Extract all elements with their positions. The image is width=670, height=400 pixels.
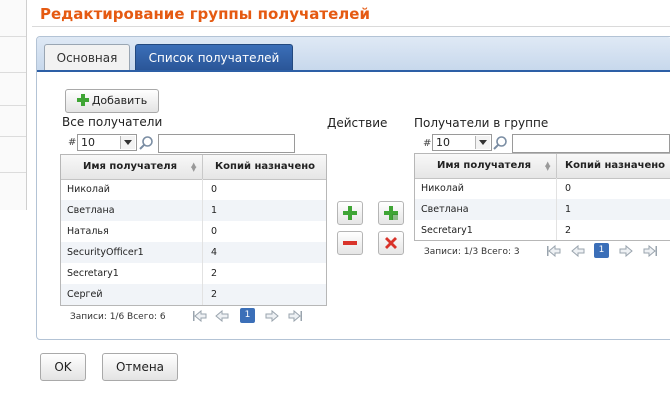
sidebar-separator xyxy=(0,105,26,106)
dropdown-arrow-icon xyxy=(120,136,135,149)
table-row[interactable]: Наталья 0 xyxy=(61,221,326,242)
copies-assigned: 4 xyxy=(211,247,218,258)
table-row[interactable]: Secretary1 2 xyxy=(61,263,326,284)
recipient-name: Сергей xyxy=(67,289,103,300)
recipient-name: Наталья xyxy=(67,226,109,237)
search-icon xyxy=(493,136,507,150)
copies-assigned: 2 xyxy=(565,225,572,236)
table-row[interactable]: Николай 0 xyxy=(61,179,326,200)
all-recipients-title: Все получатели xyxy=(62,115,163,129)
sort-icon: ▲ ▼ xyxy=(545,160,551,172)
column-divider xyxy=(556,154,557,178)
add-selected-icon xyxy=(343,206,357,220)
tab-recipient-list[interactable]: Список получателей xyxy=(135,44,293,70)
group-recipients-search-input[interactable] xyxy=(512,134,670,153)
remove-selected-button[interactable] xyxy=(337,231,363,255)
column-header-copies[interactable]: Копий назначено xyxy=(565,154,670,178)
per-page-select[interactable]: 10 xyxy=(77,134,137,151)
dropdown-arrow-icon xyxy=(475,136,490,149)
add-all-button[interactable] xyxy=(378,201,404,225)
all-recipients-grid: Имя получателя ▲ ▼ Копий назначено Никола… xyxy=(60,154,327,306)
sort-icon: ▲ ▼ xyxy=(191,161,197,173)
per-page-value: 10 xyxy=(81,136,95,149)
copies-assigned: 2 xyxy=(211,268,218,279)
add-button-label: Добавить xyxy=(91,94,148,107)
remove-selected-icon xyxy=(343,241,357,245)
copies-assigned: 1 xyxy=(565,204,572,215)
column-header-name[interactable]: Имя получателя xyxy=(415,154,553,178)
column-header-copies[interactable]: Копий назначено xyxy=(203,155,326,179)
actions-title: Действие xyxy=(327,116,388,130)
remove-all-button[interactable] xyxy=(378,231,404,255)
group-recipients-grid: Имя получателя ▲ ▼ Копий назначено Никола… xyxy=(414,153,670,241)
copies-assigned: 0 xyxy=(211,184,218,195)
table-row[interactable]: Светлана 1 xyxy=(61,200,326,221)
copies-assigned: 1 xyxy=(211,205,218,216)
recipient-name: Secretary1 xyxy=(67,268,119,279)
sidebar-separator xyxy=(0,72,26,73)
tab-main[interactable]: Основная xyxy=(44,44,130,70)
page-title: Редактирование группы получателей xyxy=(40,5,370,23)
per-page-value: 10 xyxy=(436,136,450,149)
per-page-prefix: # xyxy=(423,138,432,149)
grid-header: Имя получателя ▲ ▼ Копий назначено xyxy=(61,155,326,180)
recipient-name: Николай xyxy=(421,183,464,194)
table-row[interactable]: SecurityOfficer1 4 xyxy=(61,242,326,263)
current-page-indicator[interactable]: 1 xyxy=(594,243,609,258)
table-row[interactable]: Secretary1 2 xyxy=(415,220,670,240)
per-page-prefix: # xyxy=(68,137,77,148)
copies-assigned: 0 xyxy=(565,183,572,194)
group-recipients-title: Получатели в группе xyxy=(414,116,549,130)
group-recipients-pager-summary: Записи: 1/3 Всего: 3 xyxy=(424,247,520,257)
ok-button[interactable]: OK xyxy=(40,353,86,381)
table-row[interactable]: Николай 0 xyxy=(415,178,670,199)
add-all-icon xyxy=(384,206,398,220)
next-page-icon[interactable] xyxy=(618,243,634,259)
left-sidebar-fragment xyxy=(0,0,27,210)
add-button[interactable]: Добавить xyxy=(65,89,159,113)
recipient-name: Николай xyxy=(67,184,110,195)
copies-assigned: 2 xyxy=(211,289,218,300)
table-row[interactable]: Светлана 1 xyxy=(415,199,670,220)
first-page-icon[interactable] xyxy=(192,308,208,324)
recipient-name: SecurityOfficer1 xyxy=(67,247,144,258)
prev-page-icon[interactable] xyxy=(214,308,230,324)
per-page-select[interactable]: 10 xyxy=(432,134,492,151)
column-header-name[interactable]: Имя получателя xyxy=(61,155,199,179)
last-page-icon[interactable] xyxy=(287,308,303,324)
next-page-icon[interactable] xyxy=(264,308,280,324)
prev-page-icon[interactable] xyxy=(570,243,586,259)
sidebar-separator xyxy=(0,36,26,37)
last-page-icon[interactable] xyxy=(642,243,658,259)
add-icon xyxy=(76,94,89,106)
title-divider xyxy=(32,26,670,27)
search-icon xyxy=(139,136,153,150)
sidebar-separator xyxy=(0,172,26,173)
tab-strip xyxy=(37,37,670,71)
add-selected-button[interactable] xyxy=(337,201,363,225)
sidebar-separator xyxy=(0,136,26,137)
all-recipients-pager-summary: Записи: 1/6 Всего: 6 xyxy=(70,312,166,322)
recipient-name: Светлана xyxy=(421,204,469,215)
table-row[interactable]: Сергей 2 xyxy=(61,284,326,305)
tab-strip-underline xyxy=(37,70,670,72)
remove-all-icon xyxy=(385,237,397,249)
cancel-button[interactable]: Отмена xyxy=(102,353,178,381)
all-recipients-search-input[interactable] xyxy=(158,134,295,153)
recipient-name: Secretary1 xyxy=(421,225,473,236)
grid-header: Имя получателя ▲ ▼ Копий назначено xyxy=(415,154,670,179)
current-page-indicator[interactable]: 1 xyxy=(240,308,255,323)
copies-assigned: 0 xyxy=(211,226,218,237)
recipient-name: Светлана xyxy=(67,205,115,216)
first-page-icon[interactable] xyxy=(546,243,562,259)
